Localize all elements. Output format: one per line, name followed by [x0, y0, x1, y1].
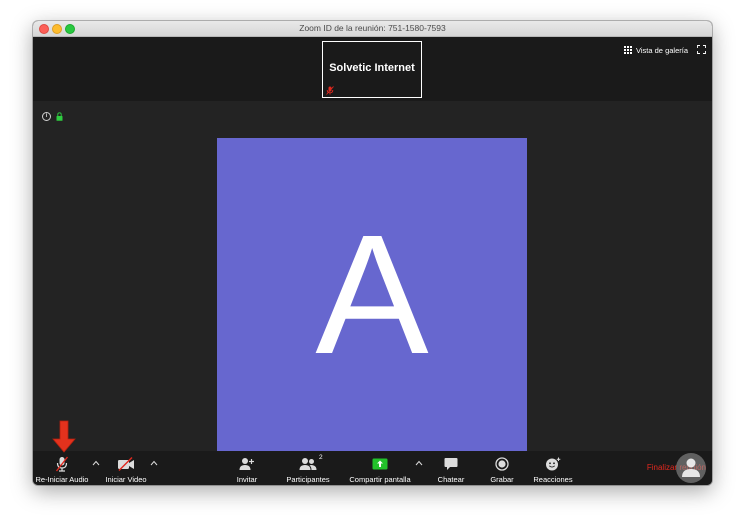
participant-avatar-tile: A — [217, 138, 527, 451]
gallery-view-label: Vista de galería — [636, 45, 688, 55]
reactions-label: Reacciones — [533, 475, 573, 484]
chat-button[interactable]: Chatear — [435, 451, 467, 485]
reactions-button[interactable]: Reacciones — [532, 451, 574, 485]
add-person-icon — [239, 458, 254, 470]
record-button[interactable]: Grabar — [488, 451, 516, 485]
record-icon — [495, 457, 509, 471]
participants-label: Participantes — [286, 475, 330, 484]
avatar-initial: A — [315, 200, 429, 390]
participant-thumbnail[interactable]: Solvetic Internet — [322, 41, 422, 98]
invite-button[interactable]: Invitar — [229, 451, 265, 485]
start-video-label: Iniciar Video — [105, 475, 147, 484]
chat-label: Chatear — [437, 475, 465, 484]
participants-count: 2 — [319, 454, 323, 461]
meeting-info-icon[interactable]: i — [42, 112, 51, 121]
gallery-view-button[interactable]: Vista de galería — [624, 44, 688, 56]
window-title: Zoom ID de la reunión: 751-1580-7593 — [299, 23, 446, 33]
annotation-arrow-icon — [52, 420, 76, 453]
title-bar: Zoom ID de la reunión: 751-1580-7593 — [33, 21, 712, 37]
video-area: i A — [33, 101, 712, 451]
video-off-icon — [118, 457, 134, 471]
restart-audio-label: Re-Iniciar Audio — [35, 475, 89, 484]
share-screen-label: Compartir pantalla — [349, 475, 411, 484]
people-icon — [299, 458, 317, 470]
record-label: Grabar — [490, 475, 514, 484]
thumbnail-name: Solvetic Internet — [329, 62, 415, 74]
start-video-button[interactable]: Iniciar Video — [102, 451, 150, 485]
encryption-lock-icon[interactable] — [56, 112, 63, 121]
zoom-window: Zoom ID de la reunión: 751-1580-7593 Sol… — [33, 21, 712, 485]
invite-label: Invitar — [236, 475, 258, 484]
grid-icon — [624, 46, 633, 54]
video-options-chevron-icon[interactable] — [150, 460, 158, 466]
emoji-icon — [546, 457, 561, 471]
participants-button[interactable]: 2 Participantes — [284, 451, 332, 485]
share-screen-icon — [372, 458, 388, 470]
meeting-toolbar: Re-Iniciar Audio Iniciar Video Invitar 2… — [33, 451, 712, 485]
audio-options-chevron-icon[interactable] — [92, 460, 100, 466]
share-options-chevron-icon[interactable] — [415, 460, 423, 466]
solvetic-logo-icon — [676, 453, 706, 483]
share-screen-button[interactable]: Compartir pantalla — [347, 451, 413, 485]
chat-bubble-icon — [444, 458, 458, 470]
restart-audio-button[interactable]: Re-Iniciar Audio — [34, 451, 90, 485]
fullscreen-icon[interactable] — [697, 45, 706, 54]
muted-mic-icon — [326, 86, 334, 95]
mic-muted-icon — [55, 456, 69, 472]
